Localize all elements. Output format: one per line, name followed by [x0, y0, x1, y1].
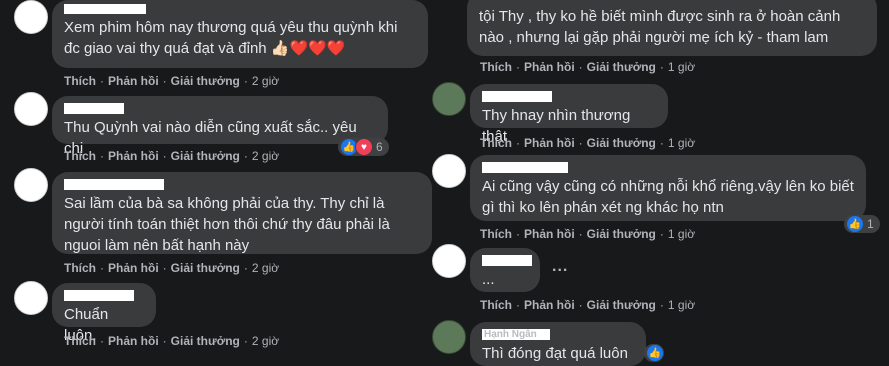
like-icon: 👍 [646, 344, 664, 362]
reaction-count: 1 [867, 217, 874, 231]
comment-timestamp[interactable]: 1 giờ [668, 298, 695, 312]
avatar[interactable] [14, 168, 48, 202]
comment-bubble: tội Thy , thy ko hề biết mình được sinh … [467, 0, 877, 56]
reply-link[interactable]: Phản hồi [524, 298, 575, 312]
comment-timestamp[interactable]: 1 giờ [668, 227, 695, 241]
commenter-name-redacted[interactable] [482, 91, 552, 102]
commenter-name-redacted[interactable] [482, 255, 532, 266]
avatar[interactable] [14, 92, 48, 126]
avatar[interactable] [14, 281, 48, 315]
avatar[interactable] [432, 320, 466, 354]
like-link[interactable]: Thích [64, 74, 96, 88]
award-link[interactable]: Giải thưởng [171, 149, 240, 163]
comment-text: Xem phim hôm nay thương quá yêu thu quỳn… [64, 19, 402, 57]
comment-actions: Thích · Phản hồi · Giải thưởng · 2 giờ [64, 149, 280, 163]
comment-timestamp[interactable]: 2 giờ [252, 149, 279, 163]
reply-link[interactable]: Phản hồi [108, 74, 159, 88]
reaction-summary[interactable]: 👍 [644, 344, 664, 362]
comment-bubble: Ai cũng vậy cũng có những nỗi khổ riêng.… [470, 155, 866, 221]
comment-bubble: Hạnh Ngân Thì đóng đạt quá luôn [470, 322, 646, 366]
reaction-summary[interactable]: 👍 ♥ 6 [338, 138, 389, 156]
comment-bubble: Sai lầm của bà sa không phải của thy. Th… [52, 172, 432, 254]
award-link[interactable]: Giải thưởng [587, 227, 656, 241]
comment-actions: Thích · Phản hồi · Giải thưởng · 1 giờ [480, 60, 696, 74]
like-icon: 👍 [846, 215, 864, 233]
love-icon: ♥ [355, 138, 373, 156]
comment-actions: Thích · Phản hồi · Giải thưởng · 2 giờ [64, 334, 280, 348]
comment-actions: Thích · Phản hồi · Giải thưởng · 2 giờ [64, 74, 280, 88]
award-link[interactable]: Giải thưởng [587, 298, 656, 312]
reaction-count: 6 [376, 140, 383, 154]
comment-actions: Thích · Phản hồi · Giải thưởng · 1 giờ [480, 136, 696, 150]
comment-text: Sai lầm của bà sa không phải của thy. Th… [64, 195, 394, 254]
like-link[interactable]: Thích [64, 149, 96, 163]
commenter-name-redacted[interactable] [64, 4, 146, 14]
comment-timestamp[interactable]: 2 giờ [252, 74, 279, 88]
like-link[interactable]: Thích [480, 298, 512, 312]
reply-link[interactable]: Phản hồi [108, 149, 159, 163]
comment-text: tội Thy , thy ko hề biết mình được sinh … [479, 8, 845, 46]
reply-link[interactable]: Phản hồi [108, 261, 159, 275]
reply-link[interactable]: Phản hồi [524, 136, 575, 150]
reply-link[interactable]: Phản hồi [524, 60, 575, 74]
comment-actions: Thích · Phản hồi · Giải thưởng · 1 giờ [480, 298, 696, 312]
like-link[interactable]: Thích [64, 261, 96, 275]
comment-timestamp[interactable]: 1 giờ [668, 60, 695, 74]
comment-bubble: Thu Quỳnh vai nào diễn cũng xuất sắc.. y… [52, 96, 388, 157]
comment-bubble: ... [470, 248, 540, 292]
avatar[interactable] [432, 154, 466, 188]
more-options-button[interactable]: ... [552, 258, 568, 276]
award-link[interactable]: Giải thưởng [171, 261, 240, 275]
reply-link[interactable]: Phản hồi [524, 227, 575, 241]
award-link[interactable]: Giải thưởng [171, 74, 240, 88]
commenter-name-redacted[interactable] [64, 179, 164, 190]
award-link[interactable]: Giải thưởng [171, 334, 240, 348]
comment-actions: Thích · Phản hồi · Giải thưởng · 2 giờ [64, 261, 280, 275]
comment-timestamp[interactable]: 1 giờ [668, 136, 695, 150]
right-comment-column: tội Thy , thy ko hề biết mình được sinh … [432, 0, 889, 366]
avatar[interactable] [432, 244, 466, 278]
reply-link[interactable]: Phản hồi [108, 334, 159, 348]
comment-bubble: Xem phim hôm nay thương quá yêu thu quỳn… [52, 0, 428, 68]
reaction-summary[interactable]: 👍 1 [844, 215, 880, 233]
commenter-name-redacted[interactable] [482, 162, 568, 173]
comment-timestamp[interactable]: 2 giờ [252, 261, 279, 275]
like-link[interactable]: Thích [480, 227, 512, 241]
comment-bubble: Chuẩn luôn. [52, 283, 156, 344]
like-link[interactable]: Thích [480, 136, 512, 150]
commenter-name-redacted[interactable] [64, 103, 124, 114]
like-link[interactable]: Thích [480, 60, 512, 74]
commenter-name-redacted[interactable]: Hạnh Ngân [482, 329, 550, 340]
avatar[interactable] [14, 0, 48, 34]
comment-bubble: Thy hnay nhìn thương thật [470, 84, 668, 145]
commenter-name-redacted[interactable] [64, 290, 134, 301]
commenter-name[interactable]: Hạnh Ngân [484, 329, 537, 340]
comment-text: Ai cũng vậy cũng có những nỗi khổ riêng.… [482, 178, 859, 216]
comment-text: Thì đóng đạt quá luôn [482, 345, 628, 362]
award-link[interactable]: Giải thưởng [587, 136, 656, 150]
comment-timestamp[interactable]: 2 giờ [252, 334, 279, 348]
award-link[interactable]: Giải thưởng [587, 60, 656, 74]
left-comment-column: Xem phim hôm nay thương quá yêu thu quỳn… [0, 0, 440, 352]
like-link[interactable]: Thích [64, 334, 96, 348]
comment-actions: Thích · Phản hồi · Giải thưởng · 1 giờ [480, 227, 696, 241]
comment-text: ... [482, 271, 495, 288]
avatar[interactable] [432, 82, 466, 116]
